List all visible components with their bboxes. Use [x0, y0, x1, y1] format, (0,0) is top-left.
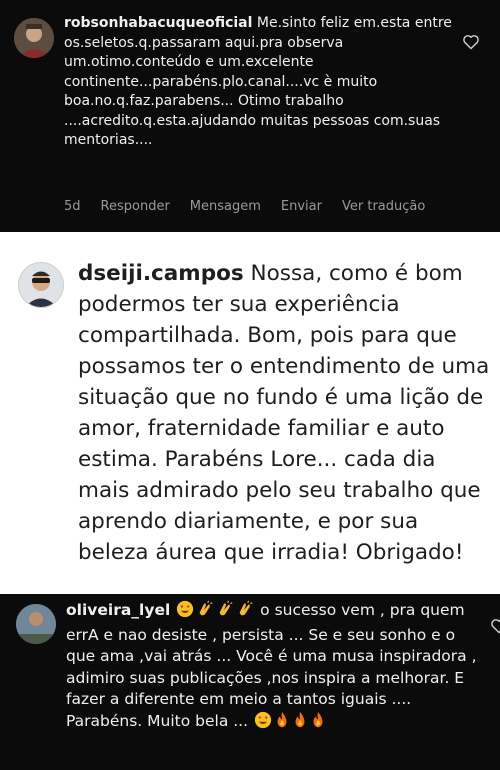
comment-actions: 5d Responder Mensagem Enviar Ver traduçã…	[64, 199, 494, 214]
comment-dseiji-campos: dseiji.campos Nossa, como é bom podermos…	[0, 238, 500, 588]
clapping-hands-emoji	[236, 600, 254, 625]
avatar[interactable]	[14, 18, 54, 58]
comment-robsonhabacuqueoficial: robsonhabacuqueoficial Me.sinto feliz em…	[0, 0, 500, 232]
avatar[interactable]	[16, 604, 56, 644]
comment-username[interactable]: robsonhabacuqueoficial	[64, 15, 252, 31]
reply-button[interactable]: Responder	[101, 199, 170, 214]
heart-outline-icon[interactable]	[490, 618, 500, 634]
fire-emoji	[310, 711, 326, 736]
comment-body: oliveira_lyel o sucesso vem , pra quem e…	[66, 600, 484, 735]
heart-eyes-emoji	[176, 600, 194, 625]
comment-text: Nossa, como é bom podermos ter sua exper…	[78, 261, 490, 565]
comment-text: Me.sinto feliz em.esta entre os.seletos.…	[64, 15, 452, 148]
comment-username[interactable]: oliveira_lyel	[66, 601, 170, 619]
comment-oliveira-lyel: oliveira_lyel o sucesso vem , pra quem e…	[0, 594, 500, 770]
comment-username[interactable]: dseiji.campos	[78, 261, 244, 286]
fire-emoji	[292, 711, 308, 736]
see-translation-button[interactable]: Ver tradução	[342, 199, 425, 214]
comment-age: 5d	[64, 199, 81, 214]
fire-emoji	[274, 711, 290, 736]
clapping-hands-emoji	[216, 600, 234, 625]
send-button[interactable]: Enviar	[281, 199, 322, 214]
comment-body: dseiji.campos Nossa, como é bom podermos…	[78, 258, 490, 568]
clapping-hands-emoji	[196, 600, 214, 625]
comment-body: robsonhabacuqueoficial Me.sinto feliz em…	[64, 14, 456, 151]
avatar[interactable]	[18, 262, 64, 308]
heart-eyes-emoji	[254, 711, 272, 736]
message-button[interactable]: Mensagem	[190, 199, 261, 214]
heart-outline-icon[interactable]	[462, 34, 480, 50]
